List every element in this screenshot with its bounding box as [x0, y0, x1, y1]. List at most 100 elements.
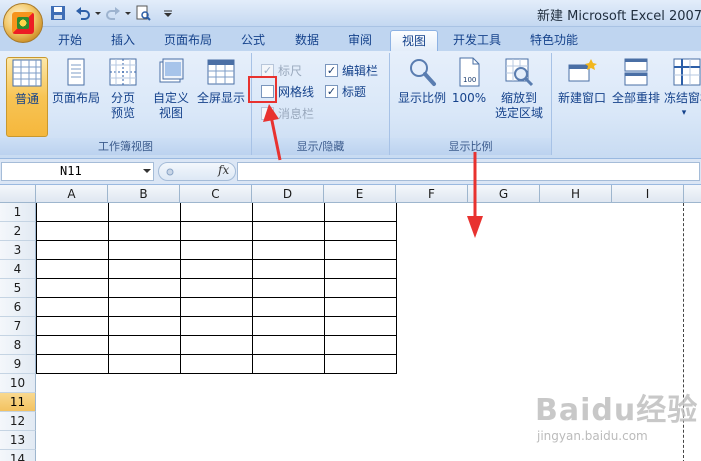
bordered-range: [36, 203, 397, 374]
column-header-c[interactable]: C: [180, 185, 252, 203]
column-header-h[interactable]: H: [540, 185, 612, 203]
watermark-url: jingyan.baidu.com: [537, 429, 648, 443]
save-icon[interactable]: [50, 5, 66, 21]
gridlines-label: 网格线: [278, 85, 315, 99]
tab-home[interactable]: 开始: [50, 30, 90, 51]
zoom-label: 显示比例: [397, 91, 446, 105]
red-down-arrow-icon: [467, 152, 483, 238]
row-header-8[interactable]: 8: [0, 336, 36, 355]
ruler-label: 标尺: [278, 64, 303, 78]
formula-bar-option[interactable]: ✓ 编辑栏: [325, 62, 378, 79]
freeze-dropdown-icon: ▾: [681, 108, 687, 118]
normal-view-label: 普通: [14, 92, 39, 106]
zoom-100-icon: 100: [459, 57, 480, 87]
row-header-12[interactable]: 12: [0, 412, 36, 431]
column-header-d[interactable]: D: [252, 185, 324, 203]
formula-bar: N11 fx: [0, 159, 701, 185]
red-arrow-icon: [263, 104, 282, 161]
row-header-14[interactable]: 14: [0, 450, 36, 461]
tab-insert[interactable]: 插入: [103, 30, 143, 51]
undo-icon[interactable]: [75, 5, 91, 21]
page-layout-view-button[interactable]: 页面布局: [50, 57, 102, 137]
page-layout-view-label: 页面布局: [51, 91, 100, 105]
select-all-button[interactable]: [0, 185, 36, 203]
row-header-9[interactable]: 9: [0, 355, 36, 374]
new-window-icon: [568, 59, 597, 82]
full-screen-label: 全屏显示: [196, 91, 245, 105]
tab-formulas[interactable]: 公式: [233, 30, 273, 51]
arrange-all-icon: [624, 58, 648, 86]
column-header-i[interactable]: I: [612, 185, 684, 203]
customize-qat-icon[interactable]: [162, 5, 174, 21]
freeze-panes-label: 冻结窗格: [664, 91, 701, 105]
tab-view[interactable]: 视图: [390, 30, 438, 51]
normal-view-icon: [12, 59, 42, 87]
arrange-all-label: 全部重排: [611, 91, 660, 105]
office-logo-icon: [12, 12, 34, 34]
office-button[interactable]: [3, 3, 43, 43]
zoom-button[interactable]: 显示比例: [396, 57, 448, 137]
formula-bar-checkbox[interactable]: ✓: [325, 64, 338, 77]
workbook-views-group-label: 工作簿视图: [0, 138, 251, 155]
tab-review[interactable]: 审阅: [340, 30, 380, 51]
row-header-7[interactable]: 7: [0, 317, 36, 336]
formula-bar-label: 编辑栏: [342, 64, 379, 78]
page-break-preview-button[interactable]: 分页 预览: [104, 57, 142, 137]
row-header-10[interactable]: 10: [0, 374, 36, 393]
zoom-to-selection-button[interactable]: 缩放到 选定区域: [490, 57, 548, 137]
column-header-a[interactable]: A: [36, 185, 108, 203]
column-header-f[interactable]: F: [396, 185, 468, 203]
undo-dropdown-icon[interactable]: [94, 5, 102, 21]
gridlines-highlight-box: [248, 76, 277, 103]
headings-label: 标题: [342, 85, 367, 99]
group-window: 新建窗口 全部重排 冻结窗格 ▾: [552, 53, 701, 155]
group-workbook-views: 普通 页面布局 分页 预览 自定义 视图 全屏显示 工作簿视图: [0, 53, 252, 155]
cell-borders: [36, 203, 397, 374]
insert-function-button[interactable]: fx: [218, 163, 229, 177]
row-header-6[interactable]: 6: [0, 298, 36, 317]
column-header-b[interactable]: B: [108, 185, 180, 203]
title-bar: 新建 Microsoft Excel 2007 工: [0, 0, 701, 43]
redo-dropdown-icon[interactable]: [124, 5, 132, 21]
magnifier-icon: [410, 59, 436, 86]
custom-views-label-1: 自定义: [152, 91, 189, 105]
new-window-label: 新建窗口: [557, 91, 606, 105]
row-header-5[interactable]: 5: [0, 279, 36, 298]
custom-views-button[interactable]: 自定义 视图: [150, 57, 192, 137]
row-header-3[interactable]: 3: [0, 241, 36, 260]
row-header-2[interactable]: 2: [0, 222, 36, 241]
row-header-13[interactable]: 13: [0, 431, 36, 450]
tab-special-features[interactable]: 特色功能: [522, 30, 586, 51]
row-header-11[interactable]: 11: [0, 393, 36, 412]
tab-developer[interactable]: 开发工具: [445, 30, 509, 51]
zoom-100-label: 100%: [451, 91, 487, 105]
column-header-e[interactable]: E: [324, 185, 396, 203]
new-window-button[interactable]: 新建窗口: [556, 57, 608, 137]
headings-option[interactable]: ✓ 标题: [325, 83, 366, 100]
baidu-watermark: Baidu经验 jingyan.baidu.com: [535, 385, 697, 455]
group-zoom: 显示比例 100 100% 缩放到 选定区域 显示比例: [390, 53, 552, 155]
name-box[interactable]: N11: [1, 162, 154, 181]
tab-data[interactable]: 数据: [287, 30, 327, 51]
freeze-panes-button[interactable]: 冻结窗格 ▾: [664, 57, 701, 137]
grip-icon: [166, 168, 174, 176]
full-screen-icon: [207, 59, 235, 85]
arrange-all-button[interactable]: 全部重排: [610, 57, 662, 137]
zoom-selection-label-2: 选定区域: [494, 106, 543, 120]
redo-icon[interactable]: [105, 5, 121, 21]
print-preview-icon[interactable]: [135, 5, 151, 21]
name-box-dropdown-icon[interactable]: [143, 169, 151, 173]
ribbon-tabs: 开始 插入 页面布局 公式 数据 审阅 视图 开发工具 特色功能: [0, 27, 701, 51]
row-header-1[interactable]: 1: [0, 203, 36, 222]
column-header-overflow[interactable]: [684, 185, 701, 203]
tab-page-layout[interactable]: 页面布局: [156, 30, 220, 51]
custom-views-label-2: 视图: [158, 106, 183, 120]
row-header-4[interactable]: 4: [0, 260, 36, 279]
headings-checkbox[interactable]: ✓: [325, 85, 338, 98]
page-break-preview-icon: [109, 58, 137, 86]
normal-view-button[interactable]: 普通: [6, 57, 48, 137]
full-screen-button[interactable]: 全屏显示: [194, 57, 248, 137]
custom-views-icon: [159, 58, 184, 83]
zoom-100-button[interactable]: 100 100%: [450, 57, 488, 137]
ribbon: 普通 页面布局 分页 预览 自定义 视图 全屏显示 工作簿视图 ✓ 标尺 网格线…: [0, 51, 701, 159]
